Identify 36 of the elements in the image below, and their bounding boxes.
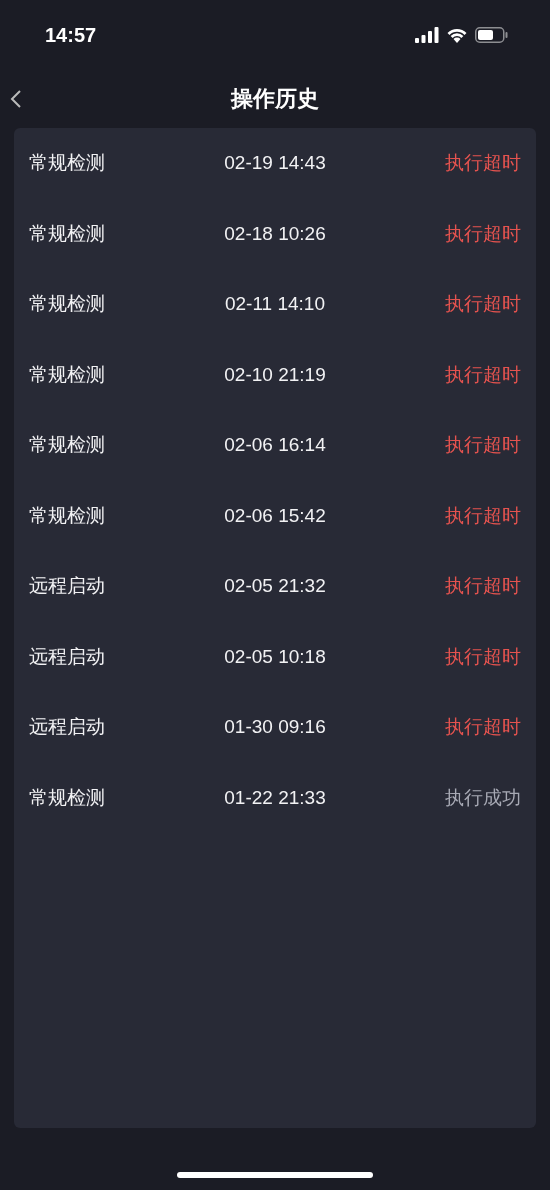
signal-icon [415,27,439,43]
operation-status: 执行超时 [445,643,521,669]
operation-name: 远程启动 [29,714,105,740]
operation-name: 常规检测 [29,150,105,176]
operation-time: 01-30 09:16 [224,716,326,739]
operation-name: 常规检测 [29,291,105,317]
operation-status: 执行成功 [445,784,521,810]
operation-name: 常规检测 [29,502,105,528]
operation-time: 02-10 21:19 [224,363,326,386]
operation-status: 执行超时 [445,432,521,458]
operation-status: 执行超时 [445,502,521,528]
page-title: 操作历史 [231,85,319,113]
operation-time: 02-11 14:10 [225,293,325,316]
operation-name: 远程启动 [29,643,105,669]
operation-status: 执行超时 [445,573,521,599]
operation-time: 02-05 10:18 [224,645,326,668]
operation-status: 执行超时 [445,150,521,176]
operation-time: 02-06 15:42 [224,504,326,527]
operation-status: 执行超时 [445,714,521,740]
operation-status: 执行超时 [445,361,521,387]
operation-name: 常规检测 [29,361,105,387]
battery-icon [475,27,508,43]
operation-name: 常规检测 [29,220,105,246]
back-chevron-icon [10,89,22,109]
operation-status: 执行超时 [445,291,521,317]
operation-time: 02-19 14:43 [224,152,326,175]
operation-time: 02-18 10:26 [224,222,326,245]
operation-time: 01-22 21:33 [224,786,326,809]
status-time: 14:57 [45,23,97,47]
operation-time: 02-05 21:32 [224,575,326,598]
operation-status: 执行超时 [445,220,521,246]
operation-time: 02-06 16:14 [224,434,326,457]
operation-name: 远程启动 [29,573,105,599]
operation-name: 常规检测 [29,784,105,810]
operation-name: 常规检测 [29,432,105,458]
wifi-icon [446,27,468,43]
